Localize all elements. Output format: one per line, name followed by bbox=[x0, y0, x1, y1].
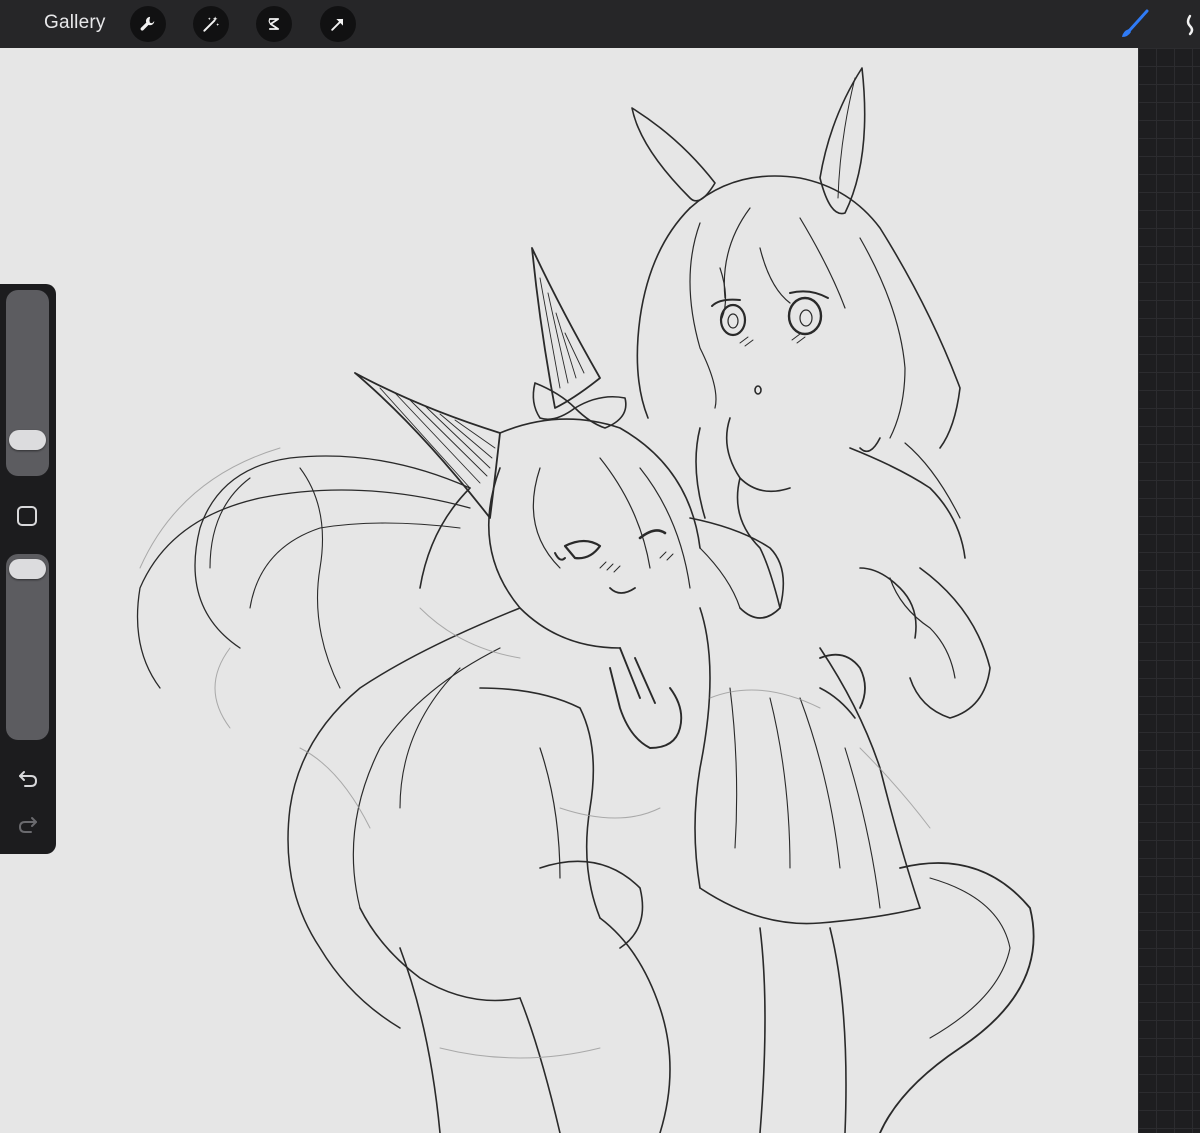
sketch-artwork bbox=[136, 67, 1035, 1133]
arrow-cursor-icon bbox=[331, 18, 344, 31]
left-character-sketch bbox=[136, 247, 785, 1133]
workspace-grid-background bbox=[1138, 48, 1200, 1133]
wrench-icon bbox=[140, 16, 155, 31]
side-toolbar bbox=[0, 284, 56, 854]
adjustments-button[interactable] bbox=[193, 6, 229, 42]
selection-button[interactable] bbox=[256, 6, 292, 42]
redo-button[interactable] bbox=[14, 810, 42, 838]
brush-size-thumb[interactable] bbox=[9, 430, 46, 450]
top-toolbar: Gallery bbox=[0, 0, 1200, 48]
brush-icon bbox=[1122, 9, 1149, 37]
right-character-sketch bbox=[631, 67, 1035, 1133]
modify-button[interactable] bbox=[15, 504, 39, 528]
selection-s-icon bbox=[268, 18, 280, 30]
magic-wand-icon bbox=[203, 16, 220, 32]
opacity-thumb[interactable] bbox=[9, 559, 46, 579]
smudge-icon bbox=[1186, 14, 1194, 36]
square-modify-icon bbox=[17, 506, 37, 526]
actions-button[interactable] bbox=[130, 6, 166, 42]
undo-button[interactable] bbox=[14, 764, 42, 792]
procreate-app: Gallery bbox=[0, 0, 1200, 1133]
brush-size-slider[interactable] bbox=[6, 290, 49, 476]
gallery-button[interactable]: Gallery bbox=[44, 12, 106, 34]
redo-icon bbox=[18, 817, 37, 833]
smudge-button[interactable] bbox=[1176, 8, 1200, 40]
undo-icon bbox=[19, 771, 38, 787]
brush-button[interactable] bbox=[1116, 6, 1152, 42]
opacity-slider[interactable] bbox=[6, 554, 49, 740]
transform-button[interactable] bbox=[320, 6, 356, 42]
drawing-canvas[interactable] bbox=[0, 48, 1138, 1133]
construction-lines bbox=[139, 447, 931, 1059]
